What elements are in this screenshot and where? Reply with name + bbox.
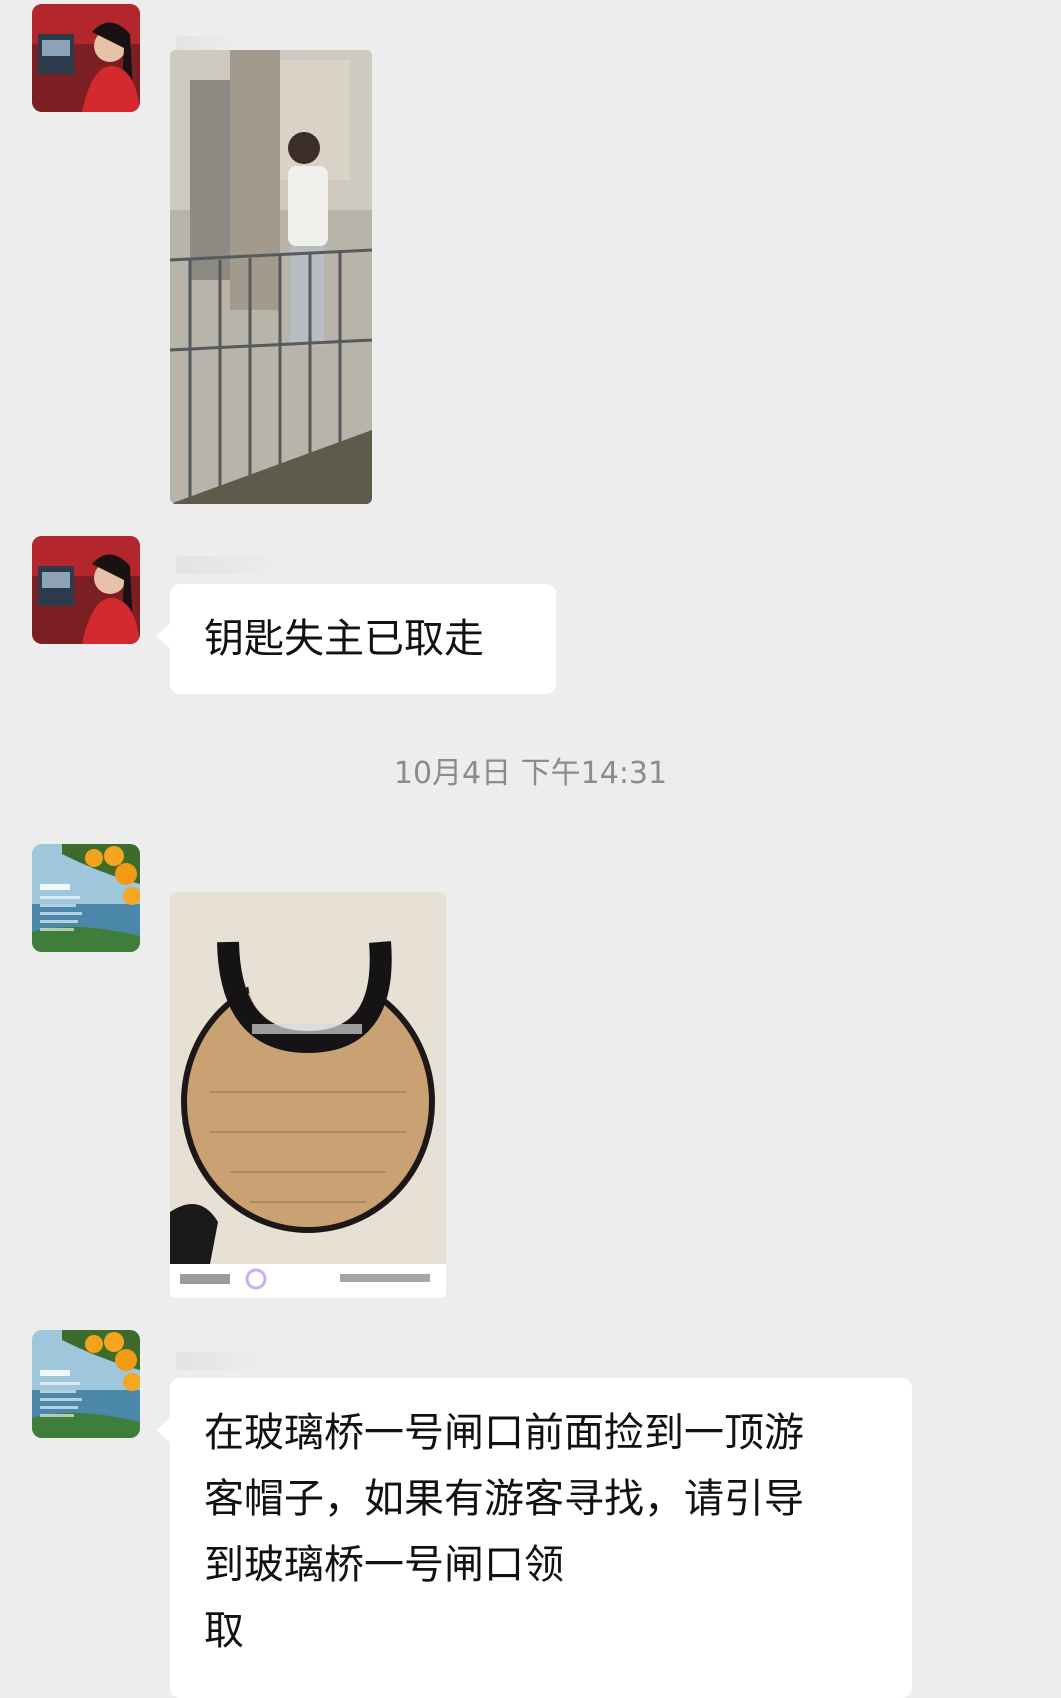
text-message-bubble[interactable]: 钥匙失主已取走 bbox=[156, 584, 556, 694]
chat-timestamp: 10月4日 下午14:31 bbox=[393, 756, 668, 791]
sender-name-blurred bbox=[176, 556, 376, 574]
message-text-line: 钥匙失主已取走 bbox=[204, 616, 484, 662]
oranges-landscape-avatar-icon bbox=[32, 844, 140, 952]
message-text-line: 在玻璃桥一号闸口前面捡到一顶游 bbox=[204, 1410, 804, 1456]
sender-avatar-oranges[interactable] bbox=[32, 844, 140, 952]
image-message-hat-photo[interactable] bbox=[170, 892, 446, 1298]
woman-red-avatar-icon bbox=[32, 4, 140, 112]
text-message-bubble[interactable]: 在玻璃桥一号闸口前面捡到一顶游 客帽子，如果有游客寻找，请引导 到玻璃桥一号闸口… bbox=[156, 1378, 912, 1698]
sender-avatar-woman[interactable] bbox=[32, 4, 140, 112]
woman-red-avatar-icon bbox=[32, 536, 140, 644]
message-text-line: 客帽子，如果有游客寻找，请引导 bbox=[204, 1476, 804, 1522]
sun-visor-hat-photo-icon bbox=[170, 892, 446, 1298]
man-at-railing-photo-icon bbox=[170, 50, 372, 504]
sender-avatar-oranges[interactable] bbox=[32, 1330, 140, 1438]
image-message-man-photo[interactable] bbox=[170, 50, 372, 504]
sender-avatar-woman[interactable] bbox=[32, 536, 140, 644]
sender-name-blurred bbox=[176, 1352, 346, 1370]
message-text-line: 到玻璃桥一号闸口领 bbox=[204, 1542, 564, 1588]
message-text-line: 取 bbox=[204, 1608, 244, 1654]
oranges-landscape-avatar-icon bbox=[32, 1330, 140, 1438]
